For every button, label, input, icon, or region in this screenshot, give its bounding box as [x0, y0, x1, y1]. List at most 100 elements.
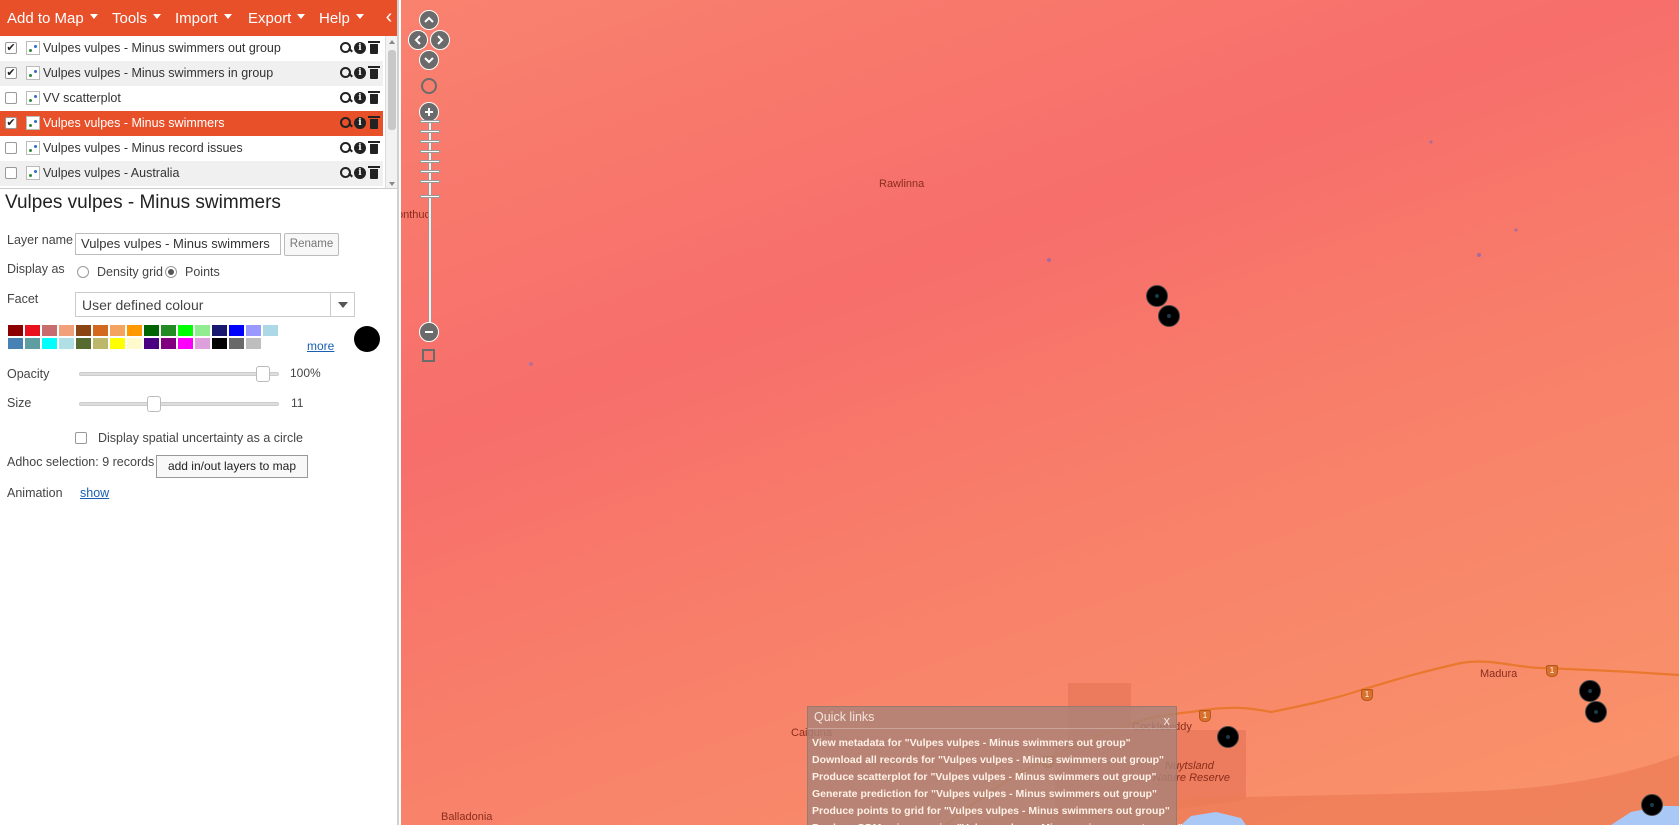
delete-icon[interactable] [368, 66, 380, 80]
colour-swatch[interactable] [263, 325, 278, 336]
collapse-panel-icon[interactable]: ‹ [380, 7, 397, 28]
quick-link[interactable]: Generate prediction for "Vulpes vulpes -… [812, 788, 1157, 800]
points-radio[interactable] [165, 266, 177, 278]
info-icon[interactable]: i [354, 92, 366, 104]
layer-visibility-checkbox[interactable] [5, 142, 17, 154]
layer-label[interactable]: Vulpes vulpes - Minus swimmers [43, 116, 225, 130]
delete-icon[interactable] [368, 141, 380, 155]
colour-swatch[interactable] [76, 325, 91, 336]
info-icon[interactable]: i [354, 67, 366, 79]
menu-add-to-map[interactable]: Add to Map [7, 10, 98, 27]
layer-row[interactable]: VV scatterplot i [0, 86, 383, 111]
size-slider-handle[interactable] [146, 396, 161, 412]
colour-swatch[interactable] [161, 325, 176, 336]
occurrence-point[interactable] [1641, 794, 1663, 816]
colour-swatch[interactable] [212, 325, 227, 336]
uncertainty-checkbox[interactable] [75, 432, 87, 444]
dropdown-arrow-icon[interactable] [330, 293, 354, 316]
occurrence-point[interactable] [1146, 285, 1168, 307]
zoom-to-layer-icon[interactable] [340, 91, 352, 105]
opacity-slider[interactable] [79, 366, 279, 382]
info-icon[interactable]: i [354, 42, 366, 54]
layer-label[interactable]: Vulpes vulpes - Minus swimmers out group [43, 41, 281, 55]
close-icon[interactable]: x [1164, 713, 1171, 728]
colour-swatch[interactable] [178, 325, 193, 336]
layer-label[interactable]: Vulpes vulpes - Minus record issues [43, 141, 243, 155]
menu-export[interactable]: Export [248, 10, 306, 27]
menu-help[interactable]: Help [319, 10, 364, 27]
pan-down-icon[interactable] [419, 50, 439, 70]
colour-swatch[interactable] [212, 338, 227, 349]
colour-swatch[interactable] [42, 325, 57, 336]
colour-swatch[interactable] [195, 325, 210, 336]
occurrence-point[interactable] [1217, 726, 1239, 748]
layer-visibility-checkbox[interactable]: ✔ [5, 117, 17, 129]
layer-visibility-checkbox[interactable]: ✔ [5, 67, 17, 79]
colour-swatch[interactable] [76, 338, 91, 349]
quick-link[interactable]: Download all records for "Vulpes vulpes … [812, 754, 1164, 766]
density-grid-radio[interactable] [77, 266, 89, 278]
scroll-up-icon[interactable] [389, 40, 395, 44]
layer-visibility-checkbox[interactable]: ✔ [5, 42, 17, 54]
layer-label[interactable]: Vulpes vulpes - Australia [43, 166, 179, 180]
zoom-in-icon[interactable] [419, 102, 439, 122]
delete-icon[interactable] [368, 116, 380, 130]
facet-select[interactable]: User defined colour [75, 292, 355, 317]
zoom-out-icon[interactable] [419, 322, 439, 342]
layer-list-scrollbar[interactable] [385, 36, 397, 188]
colour-swatch[interactable] [93, 325, 108, 336]
colour-swatch[interactable] [93, 338, 108, 349]
occurrence-point[interactable] [1158, 305, 1180, 327]
layer-switcher-icon[interactable] [422, 349, 435, 362]
scrollbar-thumb[interactable] [388, 50, 396, 130]
add-inout-layers-button[interactable]: add in/out layers to map [156, 455, 308, 478]
map-canvas[interactable]: Rawlinna onthuc Madura Cocklebiddy Nuyts… [401, 0, 1679, 825]
pan-right-icon[interactable] [430, 30, 450, 50]
zoom-to-layer-icon[interactable] [340, 116, 352, 130]
info-icon[interactable]: i [354, 117, 366, 129]
layer-visibility-checkbox[interactable] [5, 92, 17, 104]
colour-swatch[interactable] [144, 338, 159, 349]
info-icon[interactable]: i [354, 142, 366, 154]
zoom-to-layer-icon[interactable] [340, 41, 352, 55]
colour-swatch[interactable] [127, 325, 142, 336]
colour-swatch[interactable] [8, 338, 23, 349]
layer-row[interactable]: ✔ Vulpes vulpes - Minus swimmers i [0, 111, 383, 136]
zoom-slider[interactable] [420, 120, 440, 325]
colour-swatch[interactable] [195, 338, 210, 349]
menu-import[interactable]: Import [175, 10, 232, 27]
colour-swatch[interactable] [25, 325, 40, 336]
more-colours-link[interactable]: more [307, 339, 334, 353]
colour-swatch[interactable] [246, 325, 261, 336]
quick-link[interactable]: Produce scatterplot for "Vulpes vulpes -… [812, 771, 1156, 783]
zoom-to-layer-icon[interactable] [340, 166, 352, 180]
scroll-down-icon[interactable] [389, 182, 395, 186]
occurrence-point[interactable] [1579, 680, 1601, 702]
colour-swatch[interactable] [161, 338, 176, 349]
quick-link[interactable]: View metadata for "Vulpes vulpes - Minus… [812, 737, 1131, 749]
zoom-to-layer-icon[interactable] [340, 66, 352, 80]
colour-swatch[interactable] [246, 338, 261, 349]
zoom-level-tick[interactable] [420, 120, 440, 123]
layer-row[interactable]: ✔ Vulpes vulpes - Minus swimmers in group… [0, 61, 383, 86]
layer-name-input[interactable]: Vulpes vulpes - Minus swimmers [75, 233, 281, 255]
zoom-level-tick[interactable] [420, 170, 440, 173]
colour-swatch[interactable] [110, 338, 125, 349]
current-colour-preview[interactable] [354, 326, 380, 352]
rename-button[interactable]: Rename [284, 233, 339, 256]
size-slider[interactable] [79, 396, 279, 412]
delete-icon[interactable] [368, 91, 380, 105]
quick-link[interactable]: Produce points to grid for "Vulpes vulpe… [812, 805, 1170, 817]
colour-swatch[interactable] [178, 338, 193, 349]
layer-row[interactable]: Vulpes vulpes - Minus record issues i [0, 136, 383, 161]
layer-label[interactable]: VV scatterplot [43, 91, 121, 105]
zoom-level-tick[interactable] [420, 130, 440, 133]
pan-up-icon[interactable] [419, 10, 439, 30]
colour-swatch[interactable] [229, 325, 244, 336]
layer-visibility-checkbox[interactable] [5, 167, 17, 179]
colour-swatch[interactable] [42, 338, 57, 349]
info-icon[interactable]: i [354, 167, 366, 179]
zoom-level-tick[interactable] [420, 180, 440, 183]
zoom-to-layer-icon[interactable] [340, 141, 352, 155]
layer-label[interactable]: Vulpes vulpes - Minus swimmers in group [43, 66, 273, 80]
